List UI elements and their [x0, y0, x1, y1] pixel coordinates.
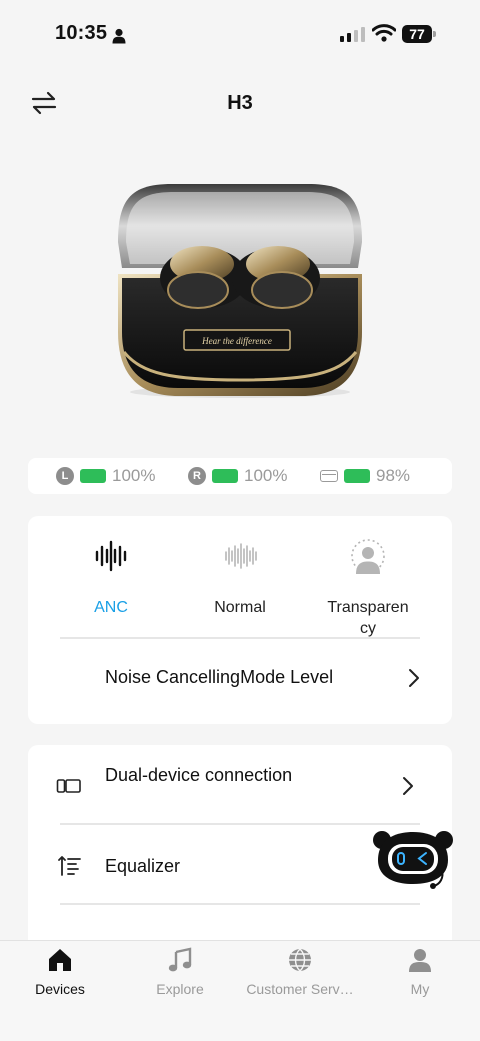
wifi-icon [372, 24, 396, 42]
case-battery-bar [344, 469, 370, 483]
nav-customer-service-label: Customer Serv… [246, 981, 354, 997]
left-earbud-battery: L 100% [56, 458, 155, 494]
earbuds-case-image: Hear the difference [118, 184, 362, 398]
mode-transparency-label: Transparen cy [327, 599, 409, 637]
case-battery-value: 98% [376, 466, 411, 485]
right-earbud-battery: R 100% [188, 458, 287, 494]
chevron-right-icon[interactable] [402, 776, 414, 796]
globe-icon [289, 948, 311, 972]
battery-indicator: 77 [402, 25, 432, 43]
nav-explore[interactable]: Explore [120, 941, 240, 997]
battery-nub [433, 31, 436, 37]
nav-my[interactable]: My [360, 941, 480, 997]
case-battery: 98% [320, 458, 410, 494]
nav-devices-label: Devices [35, 981, 85, 997]
nav-my-label: My [410, 981, 430, 997]
case-icon [320, 470, 338, 482]
right-badge: R [188, 467, 206, 485]
mode-normal[interactable]: Normal [175, 536, 305, 618]
nav-explore-label: Explore [156, 981, 204, 997]
bottom-nav: Devices Explore Customer Serv… My [0, 940, 480, 1041]
equalizer-icon [58, 856, 81, 876]
right-battery-value: 100% [244, 466, 288, 485]
left-badge: L [56, 467, 74, 485]
nav-customer-service[interactable]: Customer Serv… [240, 941, 360, 997]
right-battery-bar [212, 469, 238, 483]
normal-waveform-icon [225, 543, 257, 569]
page-title: H3 [227, 92, 253, 114]
chevron-right-icon[interactable] [408, 668, 420, 688]
assistant-robot-icon[interactable] [370, 826, 456, 890]
mode-normal-label: Normal [214, 599, 266, 616]
home-icon [49, 949, 71, 971]
dual-device-connection-row[interactable]: Dual-device connection [105, 764, 295, 787]
anc-waveform-icon [95, 540, 127, 572]
transparency-person-icon [351, 539, 385, 574]
nameplate-text: Hear the difference [201, 336, 272, 346]
settings-divider-2 [60, 903, 420, 905]
music-note-icon [168, 947, 192, 972]
left-battery-value: 100% [112, 466, 156, 485]
person-icon [112, 28, 126, 44]
battery-levels-bar: L 100% R 100% 98% [28, 458, 452, 494]
noise-mode-card: ANC Normal Transparen cy Noise Cancellin… [28, 516, 452, 724]
noise-level-row[interactable]: Noise CancellingMode Level [105, 667, 333, 688]
cellular-signal-icon [340, 26, 365, 42]
mode-transparency[interactable]: Transparen cy [303, 536, 433, 639]
nav-devices[interactable]: Devices [0, 941, 120, 997]
mode-divider [60, 637, 420, 639]
equalizer-row[interactable]: Equalizer [105, 856, 180, 877]
mode-anc-label: ANC [94, 599, 128, 616]
mode-anc[interactable]: ANC [46, 536, 176, 618]
status-time: 10:35 [55, 22, 108, 44]
dual-device-icon [56, 779, 81, 793]
left-battery-bar [80, 469, 106, 483]
settings-divider-1 [60, 823, 420, 825]
profile-icon [409, 949, 431, 972]
